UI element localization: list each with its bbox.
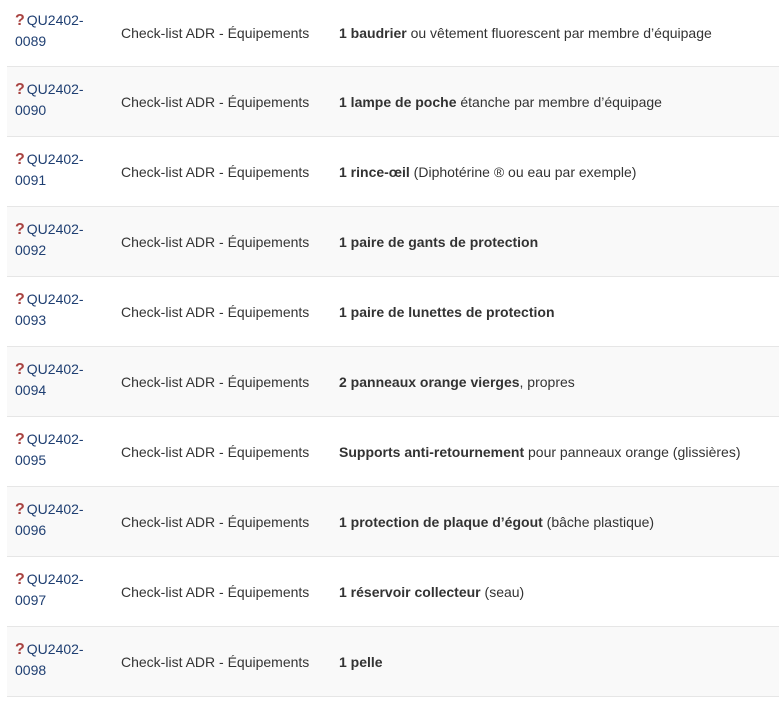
question-code-part2: 0096 <box>15 522 47 538</box>
question-code-part1: QU2402- <box>26 571 84 587</box>
description-rest: (Diphotérine ® ou eau par exemple) <box>409 164 637 180</box>
question-mark-icon: ? <box>15 291 25 308</box>
description-rest: étanche par membre d’équipage <box>456 94 662 110</box>
description-rest: pour panneaux orange (glissières) <box>524 444 741 460</box>
question-code-link[interactable]: ? QU2402- 0097 <box>15 569 84 610</box>
question-mark-icon: ? <box>15 151 25 168</box>
description-bold: 1 réservoir collecteur <box>339 584 481 600</box>
question-code-part2: 0089 <box>15 33 47 49</box>
description-bold: 1 pelle <box>339 654 383 670</box>
description-bold: 1 rince-œil <box>339 164 410 180</box>
table-row: ? QU2402- 0089 Check-list ADR - Équipement… <box>7 0 779 67</box>
question-mark-icon: ? <box>15 221 25 238</box>
category-cell: Check-list ADR - Équipements <box>121 234 310 250</box>
question-code-part1: QU2402- <box>26 12 84 28</box>
category-cell: Check-list ADR - Équipements <box>121 94 310 110</box>
table-row: ? QU2402- 0096 Check-list ADR - Équipement… <box>7 487 779 557</box>
question-code-link[interactable]: ? QU2402- 0095 <box>15 429 84 470</box>
question-code-link[interactable]: ? QU2402- 0094 <box>15 359 84 400</box>
table-row: ? QU2402- 0098 Check-list ADR - Équipement… <box>7 627 779 697</box>
question-mark-icon: ? <box>15 431 25 448</box>
description-cell: 2 panneaux orange vierges, propres <box>339 372 575 392</box>
table-row: ? QU2402- 0093 Check-list ADR - Équipement… <box>7 277 779 347</box>
description-bold: Supports anti-retournement <box>339 444 525 460</box>
description-cell: 1 baudrier ou vêtement fluorescent par m… <box>339 23 712 43</box>
table-row: ? QU2402- 0090 Check-list ADR - Équipement… <box>7 67 779 137</box>
question-code-part1: QU2402- <box>26 221 84 237</box>
question-code-link[interactable]: ? QU2402- 0091 <box>15 149 84 190</box>
category-cell: Check-list ADR - Équipements <box>121 164 310 180</box>
question-code-part2: 0092 <box>15 242 47 258</box>
description-rest: , propres <box>519 374 575 390</box>
description-rest: (seau) <box>480 584 525 600</box>
question-code-part1: QU2402- <box>26 81 84 97</box>
question-mark-icon: ? <box>15 81 25 98</box>
question-code-part1: QU2402- <box>26 641 84 657</box>
question-code-part2: 0094 <box>15 382 47 398</box>
table-row: ? QU2402- 0095 Check-list ADR - Équipement… <box>7 417 779 487</box>
description-rest: ou vêtement fluorescent par membre d’équ… <box>406 25 712 41</box>
description-bold: 1 paire de lunettes de protection <box>339 304 555 320</box>
question-code-part1: QU2402- <box>26 501 84 517</box>
description-bold: 1 lampe de poche <box>339 94 457 110</box>
description-cell: 1 lampe de poche étanche par membre d’éq… <box>339 92 662 112</box>
question-mark-icon: ? <box>15 571 25 588</box>
category-cell: Check-list ADR - Équipements <box>121 514 310 530</box>
description-cell: 1 paire de gants de protection <box>339 232 538 252</box>
question-code-link[interactable]: ? QU2402- 0090 <box>15 79 84 120</box>
description-cell: 1 protection de plaque d’égout (bâche pl… <box>339 512 654 532</box>
description-rest: (bâche plastique) <box>542 514 655 530</box>
question-mark-icon: ? <box>15 501 25 518</box>
question-code-link[interactable]: ? QU2402- 0098 <box>15 639 84 680</box>
question-code-link[interactable]: ? QU2402- 0093 <box>15 289 84 330</box>
question-code-part1: QU2402- <box>26 151 84 167</box>
description-cell: 1 rince-œil (Diphotérine ® ou eau par ex… <box>339 162 636 182</box>
question-code-link[interactable]: ? QU2402- 0092 <box>15 219 84 260</box>
category-cell: Check-list ADR - Équipements <box>121 374 310 390</box>
category-cell: Check-list ADR - Équipements <box>121 25 310 41</box>
description-cell: 1 paire de lunettes de protection <box>339 302 555 322</box>
question-mark-icon: ? <box>15 361 25 378</box>
category-cell: Check-list ADR - Équipements <box>121 584 310 600</box>
question-mark-icon: ? <box>15 641 25 658</box>
table-row: ? QU2402- 0092 Check-list ADR - Équipement… <box>7 207 779 277</box>
table-row: ? QU2402- 0097 Check-list ADR - Équipement… <box>7 557 779 627</box>
description-bold: 2 panneaux orange vierges <box>339 374 520 390</box>
question-code-part1: QU2402- <box>26 361 84 377</box>
question-code-part2: 0093 <box>15 312 47 328</box>
question-code-part1: QU2402- <box>26 431 84 447</box>
question-code-part2: 0095 <box>15 452 47 468</box>
table-row: ? QU2402- 0094 Check-list ADR - Équipement… <box>7 347 779 417</box>
question-mark-icon: ? <box>15 12 25 29</box>
description-bold: 1 paire de gants de protection <box>339 234 539 250</box>
question-table: ? QU2402- 0089 Check-list ADR - Équipement… <box>7 0 779 697</box>
question-code-part2: 0098 <box>15 662 47 678</box>
question-code-part2: 0090 <box>15 102 47 118</box>
description-cell: 1 pelle <box>339 652 383 672</box>
question-code-part2: 0091 <box>15 172 47 188</box>
table-row: ? QU2402- 0091 Check-list ADR - Équipement… <box>7 137 779 207</box>
description-cell: Supports anti-retournement pour panneaux… <box>339 442 740 462</box>
description-bold: 1 baudrier <box>339 25 407 41</box>
description-bold: 1 protection de plaque d’égout <box>339 514 543 530</box>
category-cell: Check-list ADR - Équipements <box>121 304 310 320</box>
category-cell: Check-list ADR - Équipements <box>121 654 310 670</box>
question-code-link[interactable]: ? QU2402- 0089 <box>15 10 84 51</box>
question-code-part1: QU2402- <box>26 291 84 307</box>
question-code-part2: 0097 <box>15 592 47 608</box>
category-cell: Check-list ADR - Équipements <box>121 444 310 460</box>
description-cell: 1 réservoir collecteur (seau) <box>339 582 524 602</box>
question-code-link[interactable]: ? QU2402- 0096 <box>15 499 84 540</box>
